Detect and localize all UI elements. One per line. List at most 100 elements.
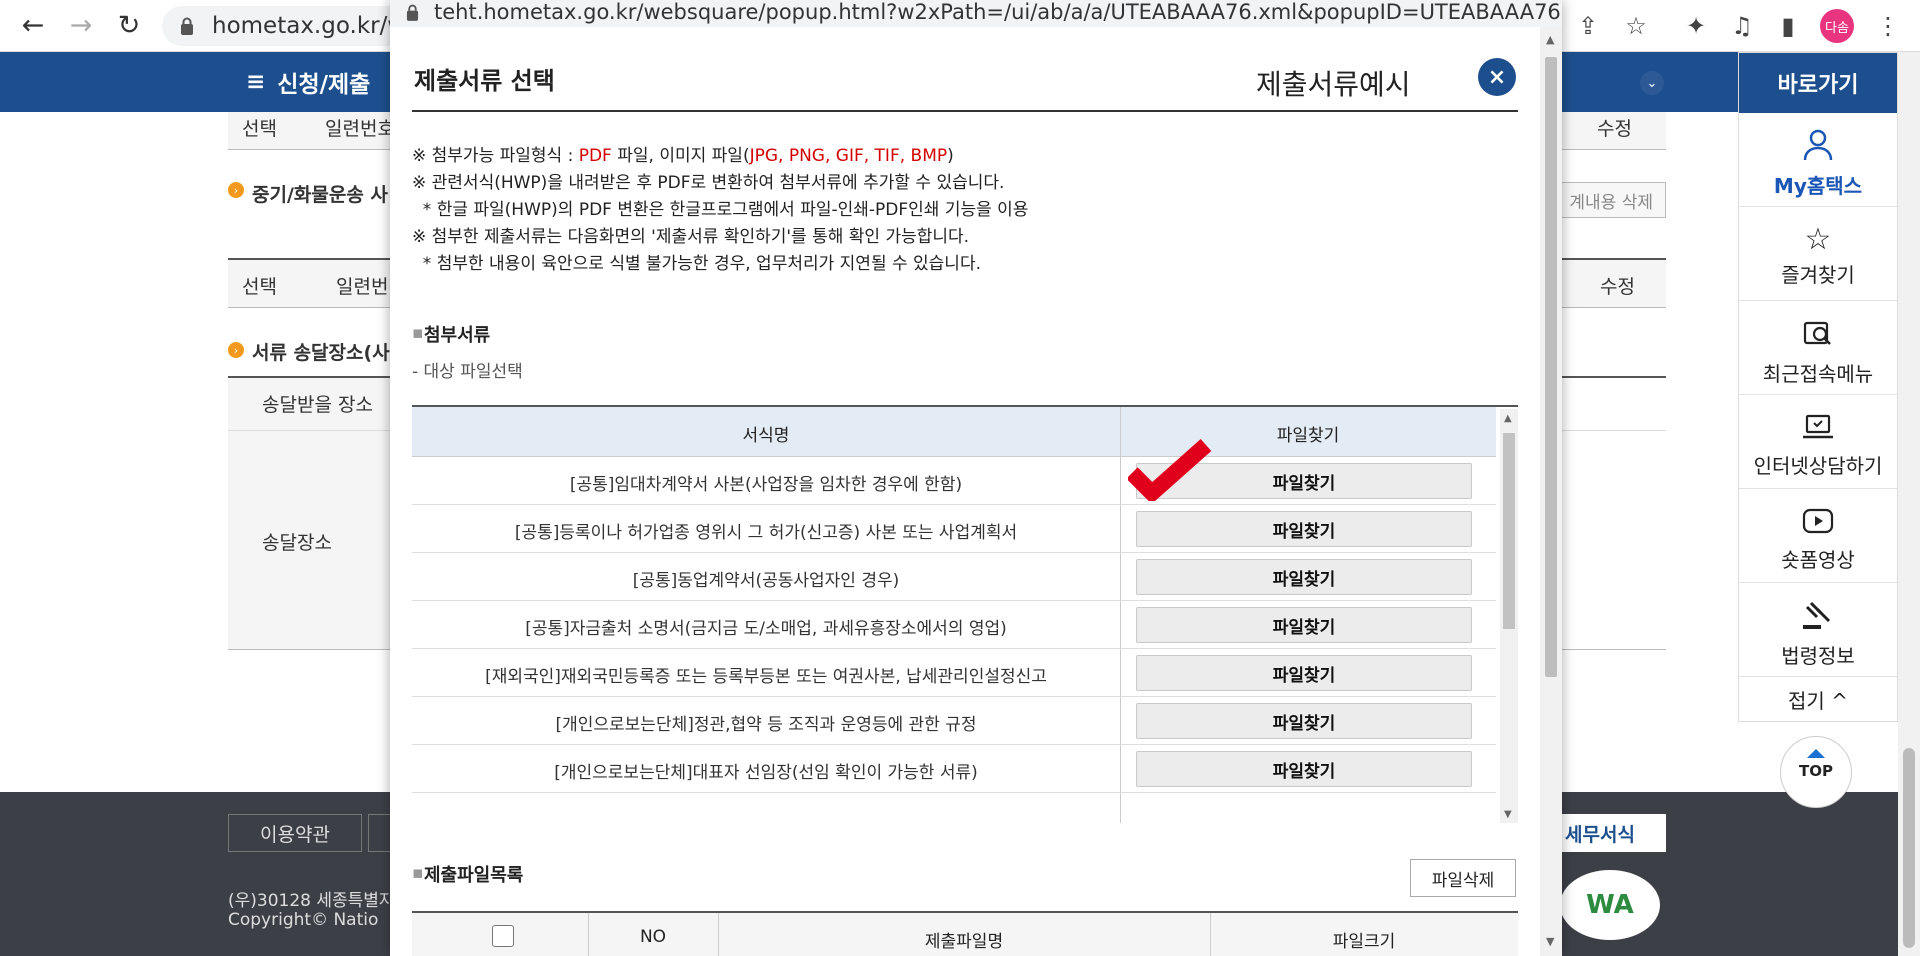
header-file-size: 파일크기 [1332,932,1396,952]
file-search-button[interactable]: 파일찾기 [1136,559,1472,595]
row-form-name: [공통]등록이나 허가업종 영위시 그 허가(신고증) 사본 또는 사업계획서 [514,523,1018,543]
table-row: [공통]임대차계약서 사본(사업장을 임차한 경우에 한함) 파일찾기 [412,457,1496,505]
file-search-button[interactable]: 파일찾기 [1136,703,1472,739]
table-row: [개인으로보는단체]대표자 선임장(선임 확인이 가능한 서류) 파일찾기 [412,745,1496,793]
note-hwp-pdf: * 한글 파일(HWP)의 PDF 변환은 한글프로그램에서 파일-인쇄-PDF… [412,200,1029,220]
doc-table: 서식명 파일찾기 [공통]임대차계약서 사본(사업장을 임차한 경우에 한함) 파… [412,405,1518,823]
user-icon [1803,129,1833,161]
sidebar-item-law[interactable]: 법령정보 [1739,583,1897,677]
media-icon[interactable]: ♫ [1726,10,1758,42]
example-docs-link[interactable]: 제출서류예시 [1256,63,1411,103]
section-freight-title: 중기/화물운송 사 [252,184,388,206]
header-divider [412,110,1518,112]
table1-header-serial: 일련번호 [325,118,395,140]
reload-icon[interactable]: ↻ [112,8,146,42]
popup-scrollbar-thumb[interactable] [1545,57,1557,677]
extension-icon[interactable]: ✦ [1680,10,1712,42]
quick-sidebar: 바로가기 My홈택스 ☆ 즐겨찾기 최근접속메뉴 인터넷상담하기 숏폼영상 법령… [1738,52,1898,722]
close-button[interactable]: × [1478,58,1516,96]
row-form-name: [개인으로보는단체]대표자 선임장(선임 확인이 가능한 서류) [554,763,978,783]
note-text: ) [947,146,954,166]
chevron-down-icon[interactable]: ⌄ [1640,71,1664,95]
page-scrollbar[interactable] [1898,52,1920,956]
bookmark-star-icon[interactable]: ☆ [1620,10,1652,42]
scroll-down-icon[interactable]: ▼ [1546,935,1554,948]
table-row: [공통]동업계약서(공동사업자인 경우) 파일찾기 [412,553,1496,601]
attach-subtitle: - 대상 파일선택 [412,362,523,382]
lock-icon [406,4,419,21]
row-form-name: [공통]자금출처 소명서(금지금 도/소매업, 과세유흥장소에서의 영업) [525,619,1007,639]
sidebar-item-shortform[interactable]: 숏폼영상 [1739,489,1897,583]
submit-section-title: 제출파일목록 [424,865,524,886]
sidebar-fold-button[interactable]: 접기 ^ [1739,677,1897,721]
sidebar-item-label: 법령정보 [1781,644,1855,668]
red-check-annotation-icon [1128,439,1212,501]
doc-table-scrollbar[interactable]: ▲ ▼ [1500,409,1518,823]
file-search-button[interactable]: 파일찾기 [1136,655,1472,691]
note-hwp: ※ 관련서식(HWP)을 내려받은 후 PDF로 변환하여 첨부서류에 추가할 … [412,173,1005,193]
delete-all-label: 계내용 삭제 [1569,192,1653,213]
file-table-header: NO 제출파일명 파일크기 [412,911,1518,956]
sidebar-item-my-hometax[interactable]: My홈택스 [1739,113,1897,207]
section-delivery-title: 서류 송달장소(사 [252,342,390,364]
doc-table-scrollbar-thumb[interactable] [1503,433,1515,629]
footer-copyright: Copyright© Natio [228,910,379,930]
row-form-name: [공통]동업계약서(공동사업자인 경우) [632,571,900,591]
footer-address: (우)30128 세종특별자 [228,891,395,911]
scroll-down-icon[interactable]: ▼ [1504,809,1512,820]
file-search-button[interactable]: 파일찾기 [1136,607,1472,643]
table1-header-select: 선택 [242,118,277,140]
gavel-icon [1803,601,1831,629]
wa-certification-logo: WA [1560,870,1660,940]
header-no: NO [639,927,667,947]
hamburger-icon[interactable]: ≡ [246,69,265,95]
section-dot: ▪ [412,323,424,343]
nav-menu-label: 신청/제출 [277,72,371,98]
note-image-types: JPG, PNG, GIF, TIF, BMP [749,146,948,166]
wa-mark: WA [1586,890,1634,920]
nav-menu[interactable]: ≡ 신청/제출 [246,52,370,112]
scroll-up-icon[interactable]: ▲ [1546,33,1554,46]
table1-header-edit: 수정 [1597,118,1632,140]
popup-address-bar: teht.hometax.go.kr/websquare/popup.html?… [390,0,1562,27]
sidebar-item-consult[interactable]: 인터넷상담하기 [1739,395,1897,489]
popup-scrollbar[interactable]: ▲ ▼ [1540,27,1562,956]
footer-terms-link[interactable]: 이용약관 [228,814,362,852]
delete-file-button[interactable]: 파일삭제 [1410,859,1516,897]
section-dot: ▪ [412,863,424,883]
recv-place-label: 송달받을 장소 [262,394,373,416]
sidebar-item-favorites[interactable]: ☆ 즐겨찾기 [1739,207,1897,301]
profile-avatar[interactable]: 다솜 [1820,9,1854,43]
file-search-button[interactable]: 파일찾기 [1136,511,1472,547]
table-row: [개인으로보는단체]정관,협약 등 조직과 운영등에 관한 규정 파일찾기 [412,697,1496,745]
sidebar-item-label: 최근접속메뉴 [1762,362,1874,386]
back-arrow-icon[interactable]: ← [16,8,50,42]
file-search-button[interactable]: 파일찾기 [1136,751,1472,787]
scroll-top-button[interactable]: TOP [1780,736,1852,808]
address-bar[interactable]: hometax.go.kr/web [162,6,422,46]
note-confirm: ※ 첨부한 제출서류는 다음화면의 '제출서류 확인하기'를 통해 확인 가능합… [412,227,970,247]
select-all-checkbox[interactable] [492,925,514,947]
share-icon[interactable]: ⇪ [1572,10,1604,42]
header-file-name: 제출파일명 [924,932,1004,952]
table2-header-serial: 일련번 [336,276,389,298]
delivery-place-label: 송달장소 [262,532,332,554]
scroll-up-icon[interactable]: ▲ [1504,413,1512,424]
sidebar-icon[interactable]: ▮ [1772,10,1804,42]
header-form-name: 서식명 [742,426,790,446]
table-row: [공통]등록이나 허가업종 영위시 그 허가(신고증) 사본 또는 사업계획서 파… [412,505,1496,553]
sidebar-item-label: 숏폼영상 [1781,548,1855,572]
popup-url: teht.hometax.go.kr/websquare/popup.html?… [434,0,1562,24]
page-scrollbar-thumb[interactable] [1903,748,1915,948]
note-pdf: PDF [578,146,612,166]
sidebar-item-label: 즐겨찾기 [1781,263,1855,287]
more-menu-icon[interactable]: ⋮ [1876,10,1900,42]
sidebar-item-recent[interactable]: 최근접속메뉴 [1739,301,1897,395]
sidebar-item-label: My홈택스 [1773,174,1863,198]
table2-header-edit: 수정 [1600,276,1635,298]
sidebar-fold-label: 접기 ^ [1788,688,1848,713]
forward-arrow-icon[interactable]: → [64,8,98,42]
footer-terms-label: 이용약관 [260,823,330,846]
footer-tax-forms-label: 세무서식 [1565,823,1635,846]
laptop-icon [1803,414,1833,439]
